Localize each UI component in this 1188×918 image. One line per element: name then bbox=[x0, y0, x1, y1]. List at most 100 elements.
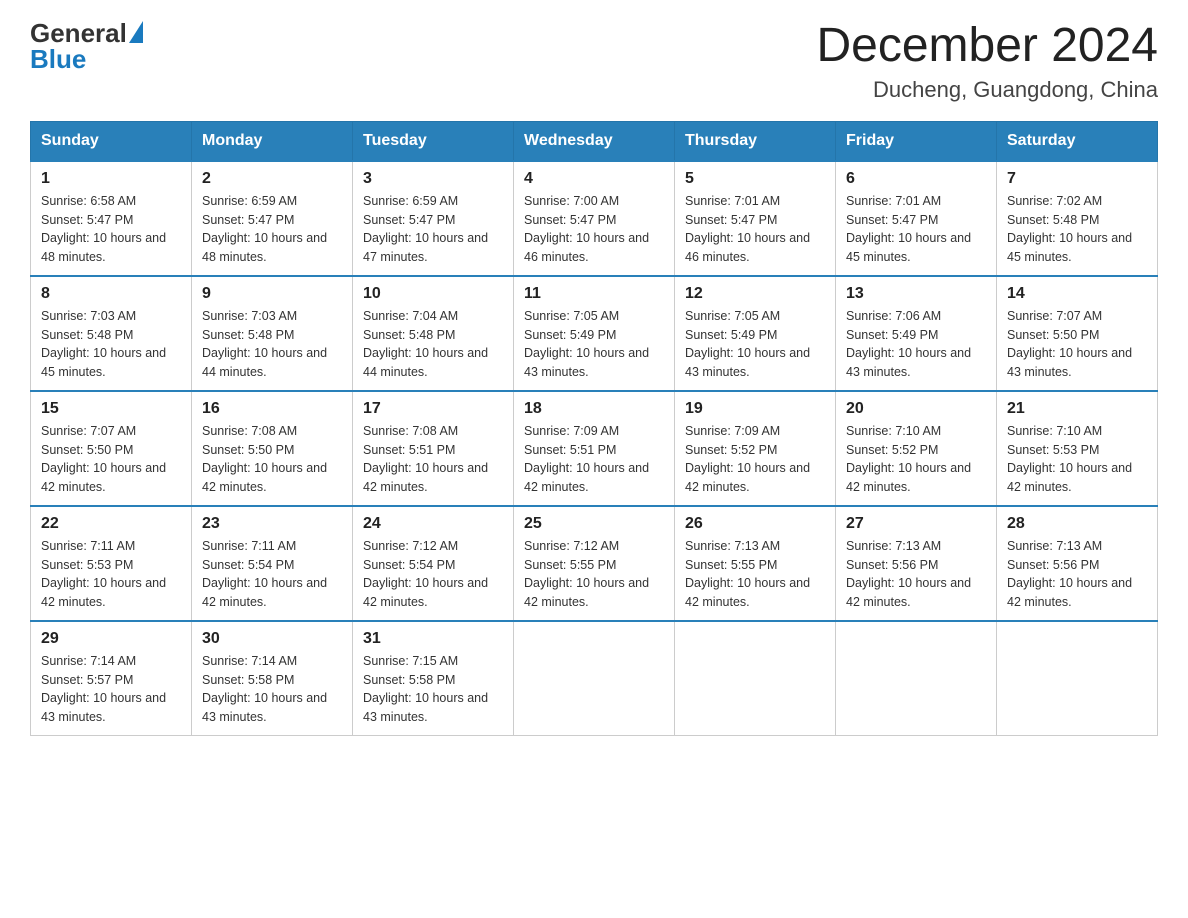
day-info: Sunrise: 7:05 AMSunset: 5:49 PMDaylight:… bbox=[524, 307, 664, 382]
day-number: 22 bbox=[41, 515, 181, 533]
calendar-cell: 5 Sunrise: 7:01 AMSunset: 5:47 PMDaylight… bbox=[675, 161, 836, 276]
calendar-table: SundayMondayTuesdayWednesdayThursdayFrid… bbox=[30, 121, 1158, 736]
week-row-5: 29 Sunrise: 7:14 AMSunset: 5:57 PMDayligh… bbox=[31, 621, 1158, 736]
header-thursday: Thursday bbox=[675, 121, 836, 161]
calendar-cell bbox=[836, 621, 997, 736]
day-number: 1 bbox=[41, 170, 181, 188]
calendar-cell bbox=[675, 621, 836, 736]
day-number: 30 bbox=[202, 630, 342, 648]
calendar-cell: 4 Sunrise: 7:00 AMSunset: 5:47 PMDaylight… bbox=[514, 161, 675, 276]
day-number: 13 bbox=[846, 285, 986, 303]
day-number: 12 bbox=[685, 285, 825, 303]
calendar-cell: 2Sunrise: 6:59 AMSunset: 5:47 PMDaylight… bbox=[192, 161, 353, 276]
day-info: Sunrise: 7:10 AMSunset: 5:53 PMDaylight:… bbox=[1007, 422, 1147, 497]
day-info: Sunrise: 7:03 AMSunset: 5:48 PMDaylight:… bbox=[202, 307, 342, 382]
header-monday: Monday bbox=[192, 121, 353, 161]
day-info: Sunrise: 7:09 AMSunset: 5:51 PMDaylight:… bbox=[524, 422, 664, 497]
week-row-3: 15Sunrise: 7:07 AMSunset: 5:50 PMDayligh… bbox=[31, 391, 1158, 506]
day-info: Sunrise: 7:07 AMSunset: 5:50 PMDaylight:… bbox=[1007, 307, 1147, 382]
day-info: Sunrise: 7:02 AMSunset: 5:48 PMDaylight:… bbox=[1007, 192, 1147, 267]
calendar-cell: 16 Sunrise: 7:08 AMSunset: 5:50 PMDayligh… bbox=[192, 391, 353, 506]
day-info: Sunrise: 7:01 AMSunset: 5:47 PMDaylight:… bbox=[846, 192, 986, 267]
day-number: 14 bbox=[1007, 285, 1147, 303]
day-info: Sunrise: 7:13 AMSunset: 5:56 PMDaylight:… bbox=[1007, 537, 1147, 612]
header-tuesday: Tuesday bbox=[353, 121, 514, 161]
day-info: Sunrise: 7:13 AMSunset: 5:56 PMDaylight:… bbox=[846, 537, 986, 612]
day-number: 28 bbox=[1007, 515, 1147, 533]
week-row-4: 22 Sunrise: 7:11 AMSunset: 5:53 PMDayligh… bbox=[31, 506, 1158, 621]
calendar-cell: 10 Sunrise: 7:04 AMSunset: 5:48 PMDayligh… bbox=[353, 276, 514, 391]
day-number: 19 bbox=[685, 400, 825, 418]
day-number: 10 bbox=[363, 285, 503, 303]
calendar-cell: 7Sunrise: 7:02 AMSunset: 5:48 PMDaylight… bbox=[997, 161, 1158, 276]
day-info: Sunrise: 7:13 AMSunset: 5:55 PMDaylight:… bbox=[685, 537, 825, 612]
day-number: 29 bbox=[41, 630, 181, 648]
calendar-cell: 25Sunrise: 7:12 AMSunset: 5:55 PMDayligh… bbox=[514, 506, 675, 621]
day-info: Sunrise: 7:11 AMSunset: 5:54 PMDaylight:… bbox=[202, 537, 342, 612]
calendar-cell: 18 Sunrise: 7:09 AMSunset: 5:51 PMDayligh… bbox=[514, 391, 675, 506]
calendar-cell: 27 Sunrise: 7:13 AMSunset: 5:56 PMDayligh… bbox=[836, 506, 997, 621]
day-info: Sunrise: 7:00 AMSunset: 5:47 PMDaylight:… bbox=[524, 192, 664, 267]
day-info: Sunrise: 7:14 AMSunset: 5:57 PMDaylight:… bbox=[41, 652, 181, 727]
calendar-cell: 1 Sunrise: 6:58 AMSunset: 5:47 PMDaylight… bbox=[31, 161, 192, 276]
day-info: Sunrise: 6:59 AMSunset: 5:47 PMDaylight:… bbox=[363, 192, 503, 267]
day-number: 21 bbox=[1007, 400, 1147, 418]
calendar-cell: 9 Sunrise: 7:03 AMSunset: 5:48 PMDaylight… bbox=[192, 276, 353, 391]
day-number: 17 bbox=[363, 400, 503, 418]
day-number: 24 bbox=[363, 515, 503, 533]
calendar-cell: 23Sunrise: 7:11 AMSunset: 5:54 PMDayligh… bbox=[192, 506, 353, 621]
day-info: Sunrise: 7:04 AMSunset: 5:48 PMDaylight:… bbox=[363, 307, 503, 382]
day-info: Sunrise: 7:11 AMSunset: 5:53 PMDaylight:… bbox=[41, 537, 181, 612]
day-info: Sunrise: 7:08 AMSunset: 5:51 PMDaylight:… bbox=[363, 422, 503, 497]
header-friday: Friday bbox=[836, 121, 997, 161]
calendar-cell: 14 Sunrise: 7:07 AMSunset: 5:50 PMDayligh… bbox=[997, 276, 1158, 391]
day-number: 15 bbox=[41, 400, 181, 418]
day-number: 25 bbox=[524, 515, 664, 533]
day-number: 16 bbox=[202, 400, 342, 418]
day-info: Sunrise: 6:58 AMSunset: 5:47 PMDaylight:… bbox=[41, 192, 181, 267]
calendar-cell: 3Sunrise: 6:59 AMSunset: 5:47 PMDaylight… bbox=[353, 161, 514, 276]
calendar-cell bbox=[997, 621, 1158, 736]
day-number: 18 bbox=[524, 400, 664, 418]
calendar-header-row: SundayMondayTuesdayWednesdayThursdayFrid… bbox=[31, 121, 1158, 161]
day-number: 27 bbox=[846, 515, 986, 533]
logo-blue-text: Blue bbox=[30, 46, 143, 72]
day-info: Sunrise: 7:05 AMSunset: 5:49 PMDaylight:… bbox=[685, 307, 825, 382]
calendar-cell: 28 Sunrise: 7:13 AMSunset: 5:56 PMDayligh… bbox=[997, 506, 1158, 621]
logo-general-text: General bbox=[30, 20, 127, 46]
header-sunday: Sunday bbox=[31, 121, 192, 161]
day-info: Sunrise: 7:12 AMSunset: 5:54 PMDaylight:… bbox=[363, 537, 503, 612]
calendar-cell: 8 Sunrise: 7:03 AMSunset: 5:48 PMDaylight… bbox=[31, 276, 192, 391]
page-header: General Blue December 2024 Ducheng, Guan… bbox=[30, 20, 1158, 103]
day-number: 26 bbox=[685, 515, 825, 533]
calendar-cell: 20Sunrise: 7:10 AMSunset: 5:52 PMDayligh… bbox=[836, 391, 997, 506]
calendar-cell: 21 Sunrise: 7:10 AMSunset: 5:53 PMDayligh… bbox=[997, 391, 1158, 506]
day-number: 4 bbox=[524, 170, 664, 188]
title-section: December 2024 Ducheng, Guangdong, China bbox=[816, 20, 1158, 103]
day-number: 11 bbox=[524, 285, 664, 303]
day-info: Sunrise: 7:08 AMSunset: 5:50 PMDaylight:… bbox=[202, 422, 342, 497]
calendar-cell: 12 Sunrise: 7:05 AMSunset: 5:49 PMDayligh… bbox=[675, 276, 836, 391]
day-info: Sunrise: 7:03 AMSunset: 5:48 PMDaylight:… bbox=[41, 307, 181, 382]
location-title: Ducheng, Guangdong, China bbox=[816, 77, 1158, 103]
logo-triangle-icon bbox=[129, 21, 143, 43]
calendar-cell: 15Sunrise: 7:07 AMSunset: 5:50 PMDayligh… bbox=[31, 391, 192, 506]
day-info: Sunrise: 7:09 AMSunset: 5:52 PMDaylight:… bbox=[685, 422, 825, 497]
day-info: Sunrise: 7:14 AMSunset: 5:58 PMDaylight:… bbox=[202, 652, 342, 727]
calendar-cell: 19 Sunrise: 7:09 AMSunset: 5:52 PMDayligh… bbox=[675, 391, 836, 506]
calendar-cell: 6 Sunrise: 7:01 AMSunset: 5:47 PMDaylight… bbox=[836, 161, 997, 276]
header-saturday: Saturday bbox=[997, 121, 1158, 161]
calendar-cell: 17 Sunrise: 7:08 AMSunset: 5:51 PMDayligh… bbox=[353, 391, 514, 506]
logo: General Blue bbox=[30, 20, 143, 72]
day-number: 9 bbox=[202, 285, 342, 303]
calendar-cell: 24 Sunrise: 7:12 AMSunset: 5:54 PMDayligh… bbox=[353, 506, 514, 621]
day-number: 5 bbox=[685, 170, 825, 188]
day-number: 20 bbox=[846, 400, 986, 418]
calendar-cell bbox=[514, 621, 675, 736]
day-number: 2 bbox=[202, 170, 342, 188]
day-number: 8 bbox=[41, 285, 181, 303]
week-row-1: 1 Sunrise: 6:58 AMSunset: 5:47 PMDaylight… bbox=[31, 161, 1158, 276]
day-number: 6 bbox=[846, 170, 986, 188]
day-info: Sunrise: 7:01 AMSunset: 5:47 PMDaylight:… bbox=[685, 192, 825, 267]
calendar-cell: 29 Sunrise: 7:14 AMSunset: 5:57 PMDayligh… bbox=[31, 621, 192, 736]
